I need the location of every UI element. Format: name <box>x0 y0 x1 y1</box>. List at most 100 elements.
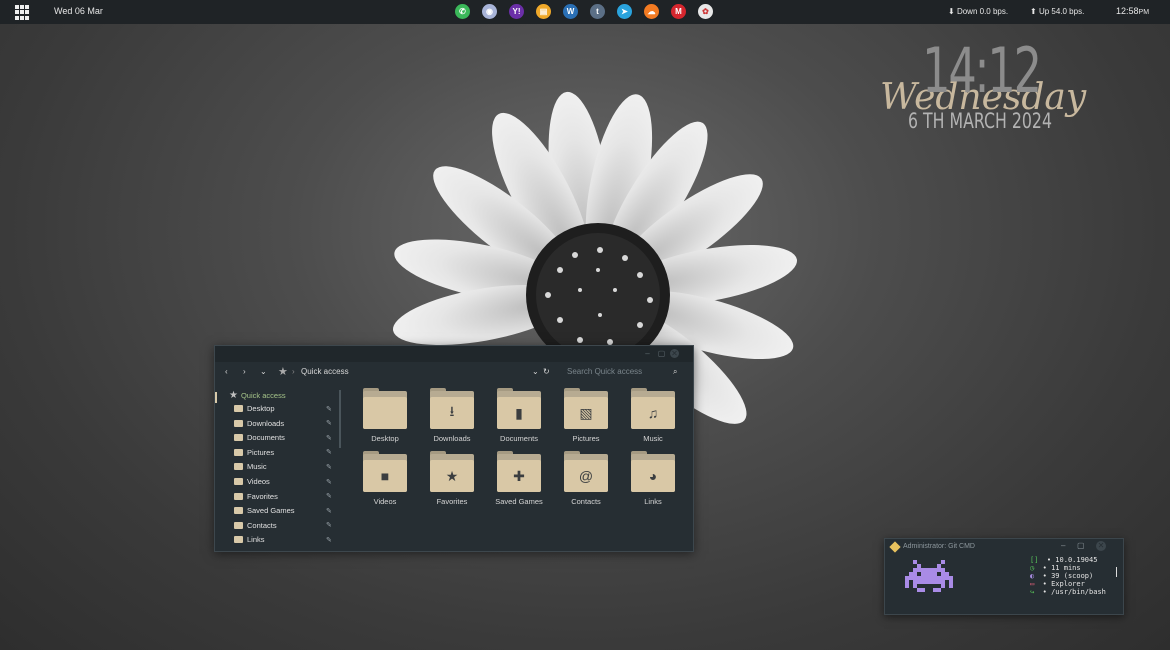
top-bar: Wed 06 Mar ✆ ◉ Y! ▤ Wt ➤ ☁ M ✿ ⬇ Down 0.0 bps. ⬆… <box>0 0 1170 24</box>
terminal-line: ◐ • 39 (scoop) <box>1030 572 1106 580</box>
folder-icon: ♫ <box>631 388 675 431</box>
terminal-line: [] • 10.0.19045 <box>1030 556 1106 564</box>
pin-icon[interactable]: ✎ <box>326 419 332 427</box>
terminal-line: ↪ • /usr/bin/bash <box>1030 588 1106 596</box>
pin-icon[interactable]: ✎ <box>326 507 332 515</box>
sidebar-item-desktop[interactable]: Desktop ✎ <box>234 404 334 413</box>
navigation-pane: ★ Quick access Desktop ✎ Downloads ✎ Documen… <box>215 388 340 548</box>
folder-icon <box>234 419 243 427</box>
sidebar-item-pictures[interactable]: Pictures ✎ <box>234 448 334 457</box>
maximize-button[interactable]: ▢ <box>1077 541 1085 550</box>
tumblr-icon[interactable]: t <box>590 4 605 19</box>
terminal-line-icon: [] <box>1030 556 1039 564</box>
minimize-button[interactable]: – <box>643 349 652 358</box>
terminal-output: [] • 10.0.19045 ◷ • 11 mins ◐ • 39 (scoop)… <box>1030 556 1106 596</box>
photos-icon[interactable]: ✿ <box>698 4 713 19</box>
terminal-window: Administrator: Git CMD – ▢ ✕ [] • 10.0.1… <box>884 538 1124 615</box>
top-bar-clock[interactable]: 12:58PM <box>1116 6 1149 16</box>
folder-links[interactable]: ◕ Links <box>623 451 683 506</box>
terminal-line-icon: ◷ <box>1030 564 1035 572</box>
back-arrow-icon[interactable]: ‹ <box>225 367 228 376</box>
pin-icon[interactable]: ✎ <box>326 463 332 471</box>
folder-label: Contacts <box>571 497 601 506</box>
widget-date: 6 TH MARCH 2024 <box>908 109 1052 133</box>
folder-icon: ▧ <box>564 388 608 431</box>
address-dropdown-icon[interactable]: ⌄ <box>532 367 539 376</box>
pin-icon[interactable]: ✎ <box>326 536 332 544</box>
music-icon: ♫ <box>631 397 675 429</box>
sidebar-item-links[interactable]: Links ✎ <box>234 535 334 544</box>
terminal-line: ◷ • 11 mins <box>1030 564 1106 572</box>
pin-icon[interactable]: ✎ <box>326 434 332 442</box>
folder-videos[interactable]: ■ Videos <box>355 451 415 506</box>
star-icon: ★ <box>278 366 288 378</box>
sidebar-item-saved-games[interactable]: Saved Games ✎ <box>234 506 334 515</box>
sidebar-item-downloads[interactable]: Downloads ✎ <box>234 419 334 428</box>
sidebar-item-contacts[interactable]: Contacts ✎ <box>234 521 334 530</box>
wordpress-icon[interactable]: W <box>563 4 578 19</box>
terminal-line-text: • 11 mins <box>1042 564 1081 572</box>
folder-contacts[interactable]: @ Contacts <box>556 451 616 506</box>
refresh-icon[interactable]: ↻ <box>543 367 550 376</box>
sidebar-item-quick-access[interactable]: ★ Quick access <box>229 390 286 401</box>
pin-icon[interactable]: ✎ <box>326 405 332 413</box>
app-grid-icon[interactable] <box>15 5 30 20</box>
folder-saved-games[interactable]: ✚ Saved Games <box>489 451 549 506</box>
maximize-button[interactable]: ▢ <box>657 349 666 358</box>
explorer-nav-bar: ‹ › ⌄ ★ › Quick access ⌄ ↻ Search Quick … <box>215 362 693 382</box>
folder-documents[interactable]: ▮ Documents <box>489 388 549 443</box>
sidebar-item-favorites[interactable]: Favorites ✎ <box>234 492 334 501</box>
terminal-title-bar[interactable]: Administrator: Git CMD – ▢ ✕ <box>885 539 1123 555</box>
sidebar-item-documents[interactable]: Documents ✎ <box>234 433 334 442</box>
telegram-icon[interactable]: ➤ <box>617 4 632 19</box>
pin-icon[interactable]: ✎ <box>326 448 332 456</box>
search-input[interactable]: Search Quick access <box>567 367 642 376</box>
saved-games-icon: ✚ <box>497 460 541 492</box>
terminal-line: ▭ • Explorer <box>1030 580 1106 588</box>
sidebar-item-label: Pictures <box>247 447 275 457</box>
folder-downloads[interactable]: ⭳ Downloads <box>422 388 482 443</box>
notes-icon[interactable]: ▤ <box>536 4 551 19</box>
terminal-line-text: • 10.0.19045 <box>1046 556 1098 564</box>
close-button[interactable]: ✕ <box>1096 541 1106 551</box>
forward-arrow-icon[interactable]: › <box>243 367 246 376</box>
discord-icon[interactable]: ◉ <box>482 4 497 19</box>
terminal-line-text: • 39 (scoop) <box>1042 572 1094 580</box>
folder-favorites[interactable]: ★ Favorites <box>422 451 482 506</box>
folder-label: Desktop <box>371 434 399 443</box>
folder-label: Downloads <box>433 434 471 443</box>
folder-icon <box>234 507 243 515</box>
links-icon: ◕ <box>631 460 675 492</box>
folder-desktop[interactable]: Desktop <box>355 388 415 443</box>
sidebar-item-label: Contacts <box>247 520 277 530</box>
folder-pictures[interactable]: ▧ Pictures <box>556 388 616 443</box>
folder-icon: ▮ <box>497 388 541 431</box>
pin-icon[interactable]: ✎ <box>326 478 332 486</box>
folder-icon: ◕ <box>631 451 675 494</box>
folder-music[interactable]: ♫ Music <box>623 388 683 443</box>
contacts-icon: @ <box>564 460 608 492</box>
recent-chevron-down-icon[interactable]: ⌄ <box>260 367 267 376</box>
net-down-value: Down 0.0 bps. <box>956 7 1009 16</box>
sidebar-item-videos[interactable]: Videos ✎ <box>234 477 334 486</box>
gmail-icon[interactable]: M <box>671 4 686 19</box>
search-icon[interactable]: ⌕ <box>673 367 677 377</box>
folder-label: Favorites <box>436 497 468 506</box>
breadcrumb-separator-icon: › <box>292 367 295 376</box>
app-launcher: ✆ ◉ Y! ▤ Wt ➤ ☁ M ✿ <box>455 4 713 19</box>
minimize-button[interactable]: – <box>1061 541 1065 550</box>
soundcloud-icon[interactable]: ☁ <box>644 4 659 19</box>
whatsapp-icon[interactable]: ✆ <box>455 4 470 19</box>
pin-icon[interactable]: ✎ <box>326 492 332 500</box>
terminal-line-text: • /usr/bin/bash <box>1042 588 1106 596</box>
close-button[interactable]: ✕ <box>670 349 679 358</box>
sidebar-item-music[interactable]: Music ✎ <box>234 462 334 471</box>
explorer-title-bar[interactable]: – ▢ ✕ <box>215 346 693 362</box>
sidebar-item-label: Documents <box>247 433 285 443</box>
sidebar-scrollbar[interactable] <box>339 390 341 448</box>
folder-label: Documents <box>500 434 538 443</box>
address-location[interactable]: Quick access <box>301 367 349 376</box>
yahoo-icon[interactable]: Y! <box>509 4 524 19</box>
pin-icon[interactable]: ✎ <box>326 521 332 529</box>
folder-icon <box>234 448 243 456</box>
